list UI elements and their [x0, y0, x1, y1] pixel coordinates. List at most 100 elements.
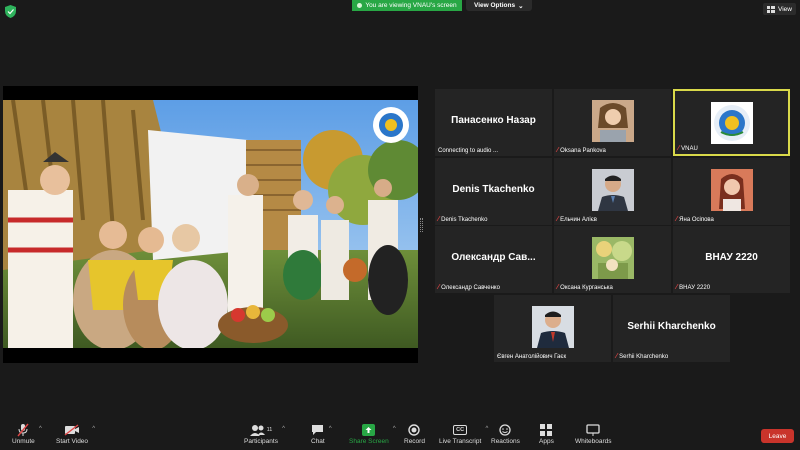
participant-tile[interactable]: Serhii Kharchenko ⁄ Serhii Kharchenko [613, 295, 730, 362]
participant-display-name: ВНАУ 2220 [705, 252, 758, 263]
muted-microphone-icon: ⁄ [557, 147, 559, 154]
participant-label-text: Serhii Kharchenko [619, 353, 669, 360]
muted-microphone-icon: ⁄ [616, 353, 618, 360]
participant-label-text: Connecting to audio ... [438, 148, 499, 154]
participant-name-label: ⁄ Олександр Савченко [438, 284, 500, 291]
participant-tile[interactable]: ⁄ VNAU [673, 89, 790, 156]
participant-name-label: ⁄ Ельчин Алієв [557, 216, 597, 223]
participant-video [591, 169, 634, 211]
muted-microphone-icon: ⁄ [678, 145, 680, 152]
start-video-label: Start Video [56, 438, 89, 445]
video-caret-icon[interactable]: ^ [92, 426, 95, 432]
participant-tile[interactable]: Олександр Сав... ⁄ Олександр Савченко [435, 226, 552, 293]
muted-microphone-icon: ⁄ [557, 216, 559, 223]
unmute-label: Unmute [12, 438, 35, 445]
shared-photo [3, 100, 418, 348]
transcript-caret-icon[interactable]: ^ [485, 426, 488, 432]
grid-view-icon [767, 5, 776, 13]
participant-label-text: Ельчин Алієв [560, 216, 597, 223]
sharing-banner: You are viewing VNAU's screen [352, 0, 462, 11]
participant-label-text: ВНАУ 2220 [679, 284, 711, 291]
record-icon [408, 424, 421, 436]
participant-display-name: Олександр Сав... [451, 252, 536, 263]
participant-tile[interactable]: Denis Tkachenko ⁄ Denis Tkachenko [435, 158, 552, 225]
participant-video [591, 100, 634, 142]
view-button[interactable]: View [763, 3, 796, 15]
participant-name-label: Євген Анатолійович Гаєк [497, 354, 566, 360]
cc-icon: CC [453, 425, 468, 435]
muted-microphone-icon: ⁄ [676, 284, 678, 291]
participant-tile[interactable]: ⁄ Oksana Pankova [554, 89, 671, 156]
participant-tile[interactable]: Євген Анатолійович Гаєк [494, 295, 611, 362]
participant-tile[interactable]: ⁄ Яна Осіпова [673, 158, 790, 225]
video-off-icon [64, 424, 80, 436]
apps-button[interactable]: Apps [539, 422, 554, 445]
unmute-button[interactable]: Unmute ^ [12, 422, 42, 445]
participant-label-text: Яна Осіпова [679, 216, 714, 223]
whiteboard-icon [586, 424, 600, 436]
participant-video [591, 237, 634, 279]
participant-tile[interactable]: ВНАУ 2220 ⁄ ВНАУ 2220 [673, 226, 790, 293]
view-options-button[interactable]: View Options ⌄ [466, 0, 532, 11]
microphone-muted-icon [17, 423, 29, 437]
share-screen-button[interactable]: Share Screen ^ [349, 422, 396, 445]
participant-tile[interactable]: ⁄ Ельчин Алієв [554, 158, 671, 225]
whiteboards-button[interactable]: Whiteboards [575, 422, 612, 445]
share-screen-label: Share Screen [349, 438, 389, 445]
leave-button[interactable]: Leave [761, 429, 794, 443]
participant-label-text: Oksana Pankova [560, 147, 606, 154]
record-button[interactable]: Record [404, 422, 425, 445]
leave-label: Leave [768, 432, 787, 440]
live-transcript-button[interactable]: CC Live Transcript ^ [439, 422, 488, 445]
unmute-caret-icon[interactable]: ^ [39, 426, 42, 432]
muted-microphone-icon: ⁄ [557, 284, 559, 291]
participants-icon [249, 425, 265, 436]
view-options-label: View Options [474, 2, 516, 9]
view-button-label: View [778, 5, 792, 13]
split-drag-handle[interactable] [420, 218, 423, 232]
participants-button[interactable]: 11 Participants ^ [244, 422, 285, 445]
participant-name-label: ⁄ VNAU [678, 145, 698, 152]
reactions-icon [499, 424, 512, 436]
participant-label-text: Євген Анатолійович Гаєк [497, 354, 567, 360]
participants-count: 11 [266, 427, 273, 433]
share-caret-icon[interactable]: ^ [393, 426, 396, 432]
participant-display-name: Denis Tkachenko [452, 184, 535, 195]
participant-tile[interactable]: Панасенко Назар Connecting to audio ... [435, 89, 552, 156]
reactions-label: Reactions [491, 438, 520, 445]
chat-icon [312, 425, 324, 435]
security-shield-icon[interactable] [5, 5, 16, 18]
start-video-button[interactable]: Start Video ^ [56, 422, 95, 445]
participants-label: Participants [244, 438, 278, 445]
apps-icon [540, 424, 553, 436]
participant-display-name: Панасенко Назар [451, 115, 536, 126]
participant-label-text: Олександр Савченко [441, 284, 500, 291]
participant-tile[interactable]: ⁄ Оксана Курганська [554, 226, 671, 293]
sharing-dot-icon [357, 3, 363, 8]
muted-microphone-icon: ⁄ [438, 216, 440, 223]
chat-caret-icon[interactable]: ^ [329, 426, 332, 432]
sharing-banner-text: You are viewing VNAU's screen [365, 2, 457, 9]
reactions-button[interactable]: Reactions [491, 422, 520, 445]
meeting-toolbar: Unmute ^ Start Video ^ 11 Participants ^… [0, 420, 800, 450]
participant-name-label: ⁄ ВНАУ 2220 [676, 284, 710, 291]
participant-label-text: Denis Tkachenko [441, 216, 488, 223]
chat-button[interactable]: Chat ^ [311, 422, 332, 445]
shared-screen [3, 86, 418, 363]
record-label: Record [404, 438, 425, 445]
participant-name-label: ⁄ Яна Осіпова [676, 216, 714, 223]
participant-logo [710, 102, 753, 144]
participant-name-label: ⁄ Oksana Pankova [557, 147, 606, 154]
participants-caret-icon[interactable]: ^ [282, 426, 285, 432]
whiteboards-label: Whiteboards [575, 438, 612, 445]
share-screen-icon [362, 424, 376, 436]
participant-name-label: ⁄ Denis Tkachenko [438, 216, 487, 223]
participant-label-text: VNAU [681, 145, 698, 152]
chevron-down-icon: ⌄ [518, 2, 524, 10]
participant-name-label: ⁄ Serhii Kharchenko [616, 353, 668, 360]
participant-video [531, 306, 574, 348]
live-transcript-label: Live Transcript [439, 438, 482, 445]
apps-label: Apps [539, 438, 554, 445]
participant-label-text: Оксана Курганська [560, 284, 613, 291]
muted-microphone-icon: ⁄ [676, 216, 678, 223]
